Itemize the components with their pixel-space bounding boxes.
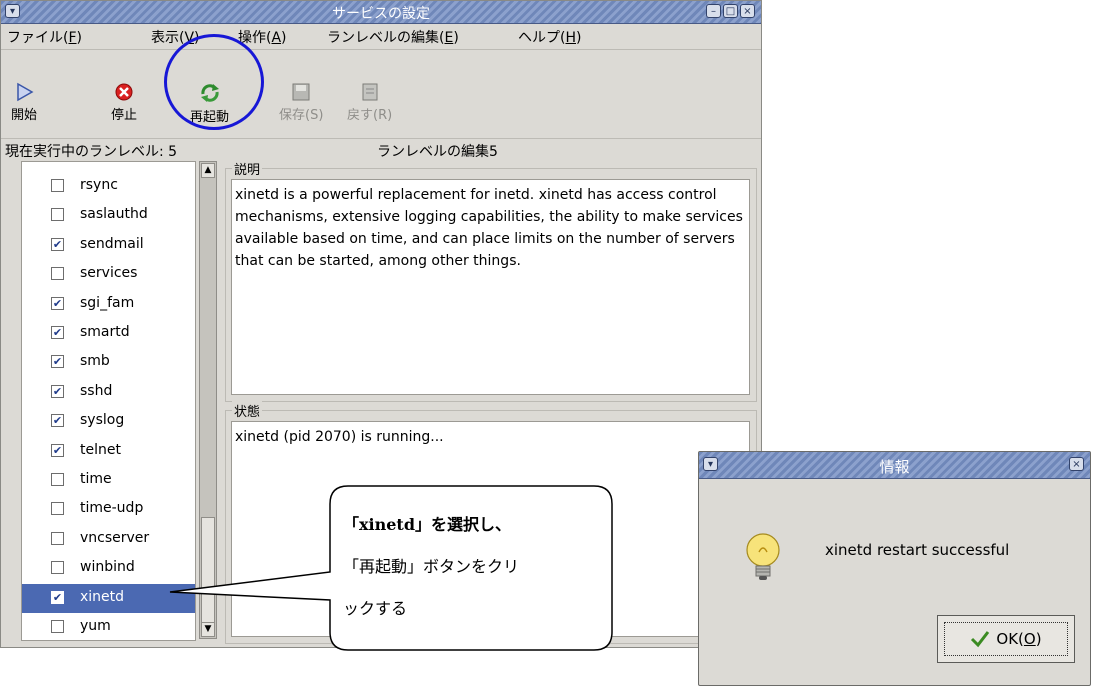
menu-edit-runlevel[interactable]: ランレベルの編集(E) [327, 27, 459, 47]
service-checkbox[interactable] [51, 502, 64, 516]
service-name: sgi_fam [80, 294, 135, 311]
service-name: syslog [80, 412, 125, 429]
service-name: saslauthd [80, 206, 148, 223]
status-title: 状態 [232, 401, 263, 420]
callout-line-1: 「xinetd」を選択し、 [343, 515, 512, 534]
service-row-smb[interactable]: ✔ smb [22, 348, 195, 377]
service-row-syslog[interactable]: ✔ syslog [22, 407, 195, 436]
close-icon[interactable]: × [740, 4, 755, 18]
service-name: vncserver [80, 529, 150, 546]
ok-button[interactable]: OK(O) [937, 615, 1075, 663]
maximize-icon[interactable]: □ [723, 4, 738, 18]
dialog-close-icon[interactable]: × [1069, 457, 1084, 471]
window-title: サービスの設定 [332, 6, 430, 22]
service-name: time [80, 471, 112, 487]
service-checkbox[interactable]: ✔ [51, 296, 64, 310]
menu-help[interactable]: ヘルプ(H) [518, 27, 581, 47]
info-dialog: ▾ 情報 × xinetd restart successful OK(O) [698, 451, 1091, 686]
service-checkbox[interactable]: ✔ [51, 414, 64, 428]
ok-label: OK(O) [996, 630, 1042, 648]
service-checkbox[interactable] [51, 561, 64, 575]
service-name: winbind [80, 559, 135, 576]
service-checkbox[interactable]: ✔ [51, 237, 64, 251]
service-name: smb [80, 353, 110, 370]
service-checkbox[interactable] [51, 473, 64, 486]
service-checkbox[interactable] [51, 208, 64, 222]
service-checkbox[interactable] [51, 620, 64, 633]
toolbar-divider [1, 138, 761, 139]
service-name: time-udp [80, 500, 144, 517]
play-icon [17, 82, 34, 102]
service-checkbox[interactable] [51, 531, 64, 545]
service-checkbox[interactable]: ✔ [51, 590, 64, 604]
description-title: 説明 [232, 159, 263, 178]
service-row-sgi_fam[interactable]: ✔ sgi_fam [22, 290, 195, 319]
menu-file[interactable]: ファイル(F) [7, 27, 82, 47]
service-name: telnet [80, 441, 121, 458]
service-checkbox[interactable] [51, 179, 64, 192]
service-row-rsync[interactable]: rsync [22, 172, 195, 201]
service-name: sendmail [80, 235, 144, 252]
menubar: ファイル(F) 表示(V) 操作(A) ランレベルの編集(E) ヘルプ(H) [1, 23, 761, 50]
service-row-sendmail[interactable]: ✔ sendmail [22, 231, 195, 260]
dialog-titlebar[interactable]: ▾ 情報 × [699, 452, 1090, 479]
stop-button[interactable]: 停止 [111, 82, 137, 123]
dialog-message: xinetd restart successful [825, 541, 1010, 559]
service-name: xinetd [80, 588, 125, 605]
service-checkbox[interactable] [51, 267, 64, 281]
service-name: yum [80, 618, 111, 634]
service-row-saslauthd[interactable]: saslauthd [22, 201, 195, 230]
stop-icon [115, 83, 133, 101]
annotation-circle [164, 34, 264, 130]
callout-line-2: 「再起動」ボタンをクリ [343, 557, 520, 576]
toolbar: 開始 停止 再起動 保存(S) 戻す(R) [1, 50, 761, 138]
minimize-icon[interactable]: – [706, 4, 721, 18]
service-checkbox[interactable]: ✔ [51, 443, 64, 457]
scroll-up-icon[interactable]: ▲ [201, 163, 215, 178]
dialog-title: 情報 [879, 458, 910, 476]
edit-runlevel-label: ランレベルの編集5 [377, 144, 498, 160]
service-name: rsync [80, 177, 118, 193]
callout-line-3: ックする [343, 599, 408, 618]
service-checkbox[interactable]: ✔ [51, 384, 64, 398]
current-runlevel-label: 現在実行中のランレベル: 5 [5, 144, 178, 160]
description-group: 説明 xinetd is a powerful replacement for … [225, 159, 757, 402]
service-row-smartd[interactable]: ✔ smartd [22, 319, 195, 348]
checkmark-icon [971, 631, 990, 648]
service-row-services[interactable]: services [22, 260, 195, 289]
service-row-sshd[interactable]: ✔ sshd [22, 378, 195, 407]
lightbulb-icon [746, 533, 780, 580]
save-button[interactable]: 保存(S) [279, 82, 323, 123]
service-name: sshd [80, 382, 113, 399]
revert-icon [362, 83, 378, 101]
service-checkbox[interactable]: ✔ [51, 326, 64, 339]
description-text: xinetd is a powerful replacement for ine… [231, 179, 750, 395]
save-icon [292, 83, 310, 101]
callout-text: 「xinetd」を選択し、 「再起動」ボタンをクリ ックする [343, 504, 613, 630]
start-button[interactable]: 開始 [11, 82, 37, 123]
window-titlebar[interactable]: ▾ サービスの設定 – □ × [1, 1, 761, 24]
service-checkbox[interactable]: ✔ [51, 355, 64, 369]
service-row-telnet[interactable]: ✔ telnet [22, 437, 195, 466]
service-name: smartd [80, 324, 130, 340]
revert-button[interactable]: 戻す(R) [347, 82, 392, 123]
ok-button-focus: OK(O) [944, 622, 1068, 656]
service-name: services [80, 265, 138, 282]
